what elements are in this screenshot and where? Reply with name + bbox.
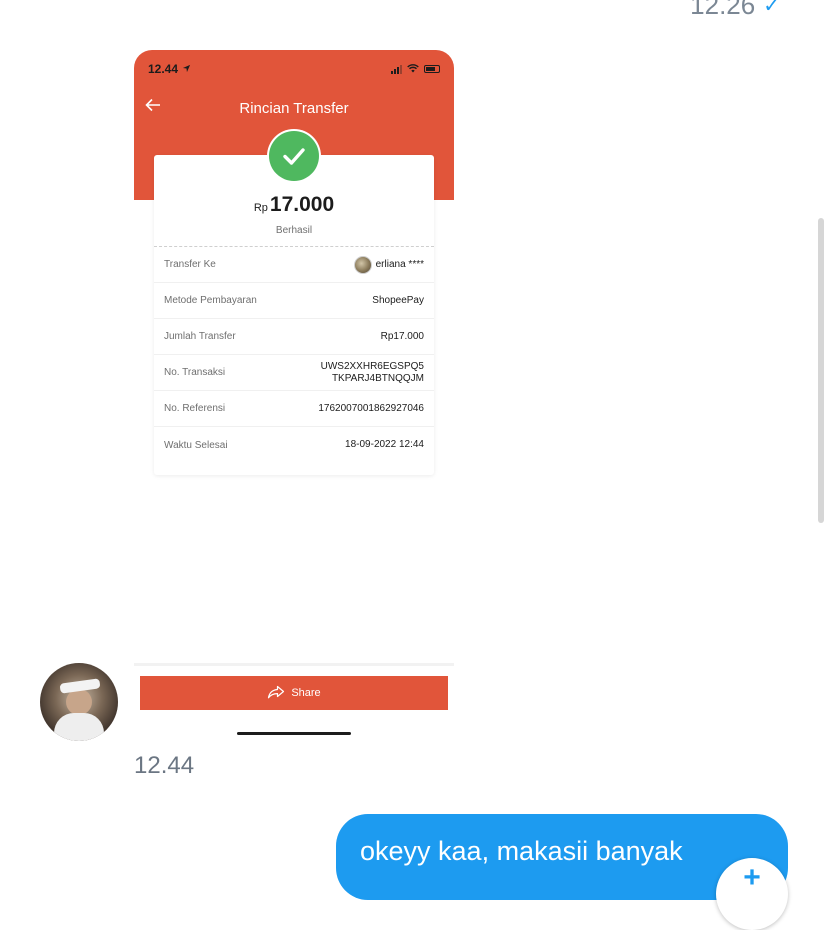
success-badge (267, 129, 321, 183)
page-title: Rincian Transfer (239, 99, 349, 117)
location-arrow-icon (182, 62, 191, 76)
scrollbar[interactable] (818, 218, 824, 523)
detail-row-completed-time: Waktu Selesai 18-09-2022 12:44 (154, 427, 434, 463)
status-bar: 12.44 (148, 60, 440, 78)
status-icons (391, 62, 440, 76)
detail-value: erliana **** (375, 258, 424, 270)
receipt-details: Transfer Ke erliana **** Metode Pembayar… (154, 247, 434, 463)
compose-fab[interactable]: + (716, 858, 788, 930)
detail-row-transfer-amount: Jumlah Transfer Rp17.000 (154, 319, 434, 355)
status-time-text: 12.44 (148, 62, 179, 76)
detail-label: No. Transaksi (164, 367, 226, 378)
share-button[interactable]: Share (140, 676, 448, 710)
detail-label: Transfer Ke (164, 259, 216, 270)
avatar-face (66, 689, 92, 715)
plus-icon: + (743, 861, 761, 894)
detail-label: Waktu Selesai (164, 439, 228, 451)
amount-currency: Rp (253, 202, 268, 214)
detail-row-transaction-id: No. Transaksi UWS2XXHR6EGSPQ5 TKPARJ4BTN… (154, 355, 434, 391)
detail-value: 1762007001862927046 (318, 402, 424, 414)
sent-check-icon: ✓ (763, 0, 780, 17)
transfer-amount: Rp 17.000 (154, 193, 434, 217)
nav-bar: Rincian Transfer (134, 96, 454, 120)
share-label: Share (291, 687, 321, 699)
attached-screenshot[interactable]: 12.44 Rincian Transfer Rp 17.000 Berhasi… (134, 50, 454, 740)
share-bar-divider (134, 663, 454, 666)
detail-label: No. Referensi (164, 403, 226, 414)
back-arrow-icon[interactable] (144, 96, 162, 120)
battery-icon (424, 65, 440, 73)
avatar-shirt (54, 713, 104, 741)
detail-value: ShopeePay (372, 294, 424, 306)
home-indicator (237, 732, 351, 735)
transfer-status: Berhasil (275, 225, 313, 236)
detail-row-reference: No. Referensi 1762007001862927046 (154, 391, 434, 427)
amount-value: 17.000 (269, 193, 335, 216)
share-icon (267, 685, 285, 702)
detail-value: UWS2XXHR6EGSPQ5 TKPARJ4BTNQQJM (321, 361, 424, 385)
message-timestamp-top: 12.26 ✓ (690, 0, 780, 21)
status-time: 12.44 (148, 62, 191, 76)
recipient-avatar (353, 255, 372, 274)
timestamp-text: 12.26 (690, 0, 756, 20)
message-text: okeyy kaa, makasii banyak (360, 836, 683, 866)
detail-label: Metode Pembayaran (164, 295, 257, 306)
check-icon (269, 131, 319, 181)
detail-value: 18-09-2022 12:44 (345, 439, 424, 450)
avatar[interactable] (40, 663, 118, 741)
detail-row-payment-method: Metode Pembayaran ShopeePay (154, 283, 434, 319)
message-timestamp: 12.44 (134, 752, 195, 779)
wifi-icon (407, 62, 419, 76)
transaction-id-line-2: TKPARJ4BTNQQJM (331, 372, 424, 384)
recipient: erliana **** (353, 255, 424, 274)
detail-value: Rp17.000 (380, 330, 424, 342)
signal-icon (391, 64, 402, 74)
detail-row-transfer-to: Transfer Ke erliana **** (154, 247, 434, 283)
receipt-card: Rp 17.000 Berhasil Transfer Ke erliana *… (154, 129, 434, 475)
transaction-id-line-1: UWS2XXHR6EGSPQ5 (320, 360, 424, 372)
detail-label: Jumlah Transfer (164, 331, 236, 342)
